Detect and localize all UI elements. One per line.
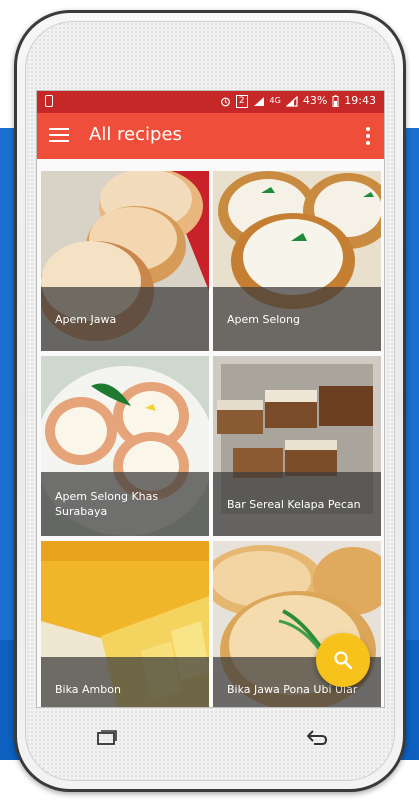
back-icon[interactable] <box>305 728 329 748</box>
phone-icon <box>45 95 53 107</box>
status-bar: 2 4G 43% 19:43 <box>37 91 384 113</box>
recipe-title: Apem Jawa <box>41 287 209 351</box>
app-screen: 2 4G 43% 19:43 All recipes Apem Jawa Ape… <box>36 90 385 708</box>
recipe-card-bika-ambon[interactable]: Bika Ambon <box>41 541 209 707</box>
more-vert-icon[interactable] <box>366 127 370 145</box>
search-icon <box>334 651 353 670</box>
signal-icon <box>253 96 264 106</box>
hamburger-menu-icon[interactable] <box>49 127 69 143</box>
recipe-card-apem-selong[interactable]: Apem Selong <box>213 171 381 351</box>
alarm-icon <box>220 97 230 106</box>
recent-apps-icon[interactable] <box>95 728 119 748</box>
page-title: All recipes <box>89 124 182 145</box>
recipe-title: Apem Selong <box>213 287 381 351</box>
battery-percent: 43% <box>302 94 328 107</box>
network-type: 4G <box>269 96 281 105</box>
recipe-title: Bar Sereal Kelapa Pecan <box>213 472 381 536</box>
search-fab[interactable] <box>316 633 370 687</box>
recipe-title: Apem Selong Khas Surabaya <box>41 472 209 536</box>
recipe-card-apem-selong-khas-surabaya[interactable]: Apem Selong Khas Surabaya <box>41 356 209 536</box>
sim-icon: 2 <box>235 94 248 108</box>
app-toolbar: All recipes <box>37 113 384 159</box>
recipe-title: Bika Ambon <box>41 657 209 707</box>
recipe-card-bar-sereal-kelapa-pecan[interactable]: Bar Sereal Kelapa Pecan <box>213 356 381 536</box>
battery-icon <box>332 95 339 107</box>
signal-strength-icon <box>285 95 298 107</box>
recipe-card-apem-jawa[interactable]: Apem Jawa <box>41 171 209 351</box>
clock-time: 19:43 <box>344 94 376 107</box>
recipe-grid: Apem Jawa Apem Selong Apem Selong Khas S… <box>41 171 381 707</box>
